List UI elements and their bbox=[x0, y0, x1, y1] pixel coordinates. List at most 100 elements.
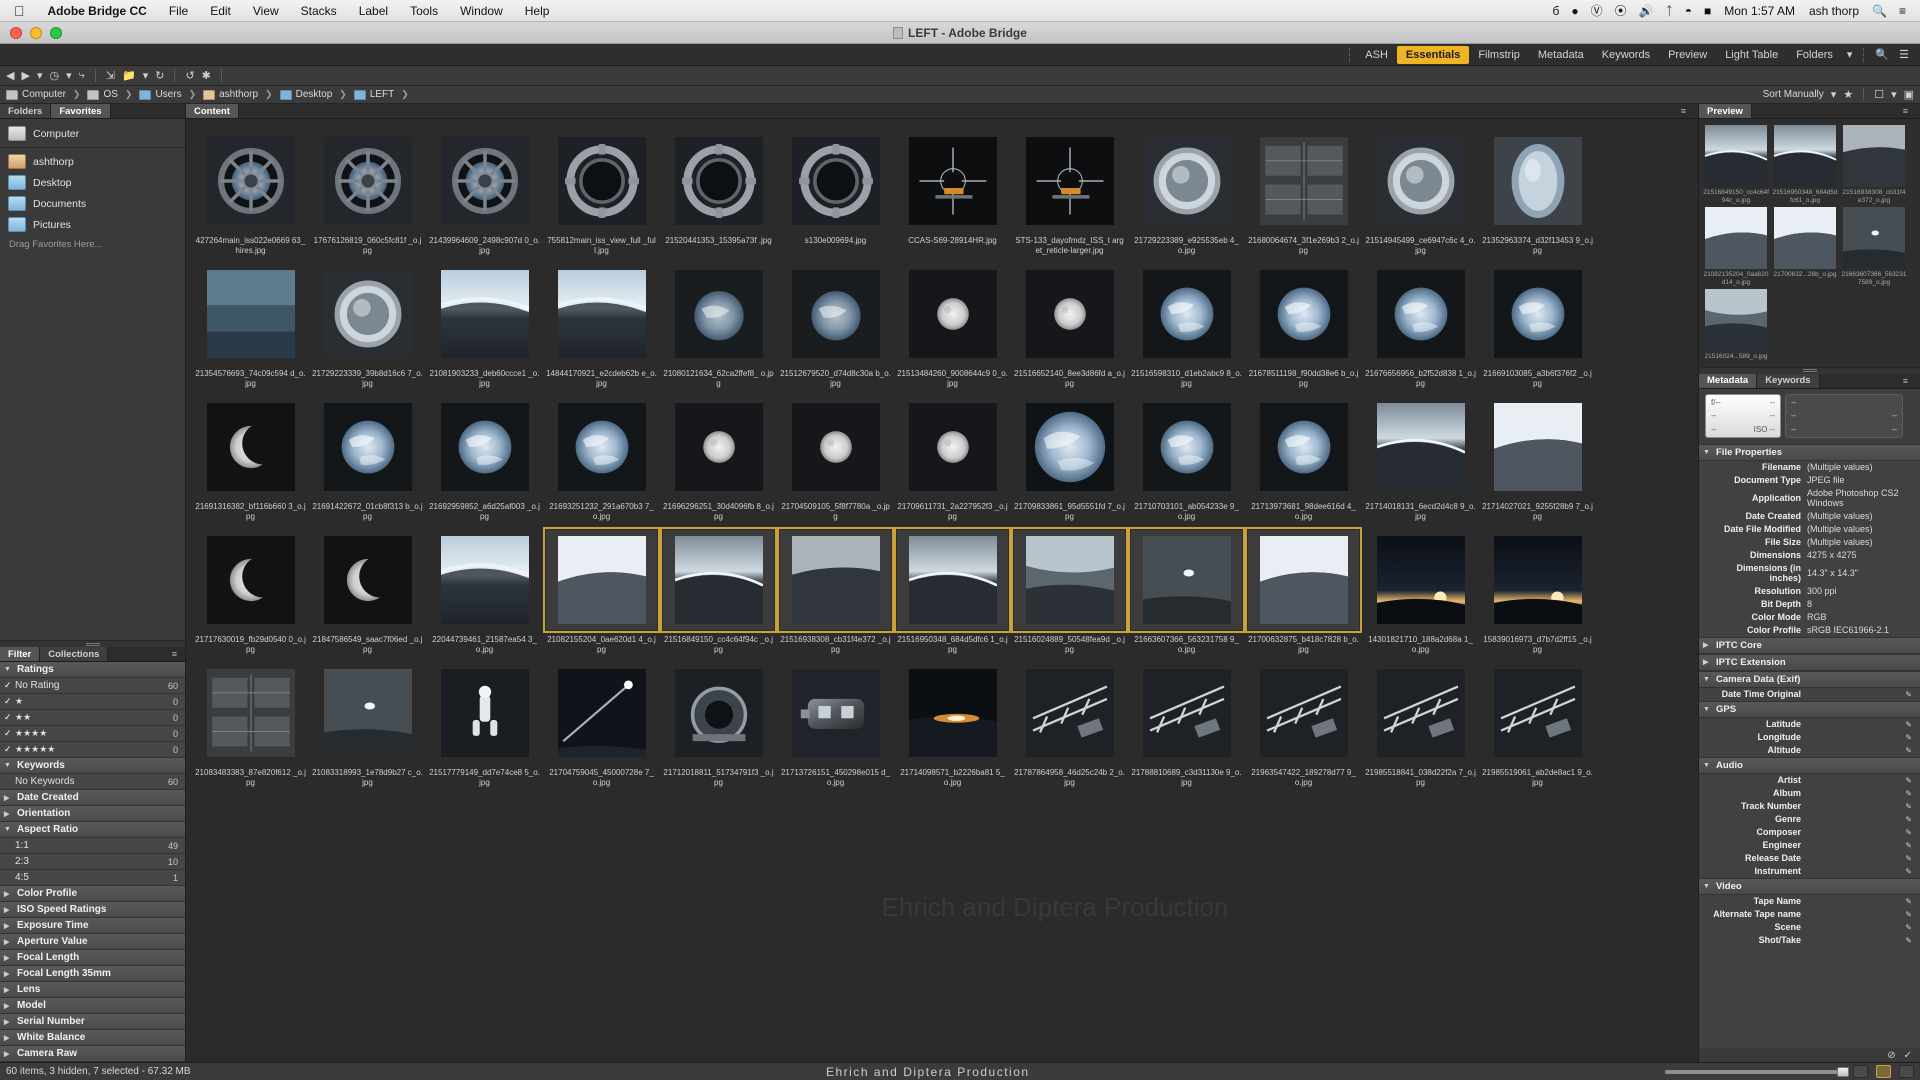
clock[interactable]: Mon 1:57 AM bbox=[1717, 4, 1802, 18]
thumbnail-frame[interactable] bbox=[546, 131, 657, 231]
thumbnail-frame[interactable] bbox=[429, 530, 540, 630]
thumbnail-frame[interactable] bbox=[777, 527, 894, 633]
thumbnail-frame[interactable] bbox=[1482, 530, 1593, 630]
thumbnail-cell[interactable]: s130e009694.jpg bbox=[777, 129, 894, 262]
thumbnail-frame[interactable] bbox=[546, 264, 657, 364]
path-icon[interactable]: ⇲ bbox=[106, 69, 115, 82]
chevron-down-icon[interactable]: ▾ bbox=[1842, 48, 1858, 61]
tab-keywords[interactable]: Keywords bbox=[1757, 373, 1820, 388]
thumbnail-cell[interactable]: 21516598310_d1eb2abc9 8_o.jpg bbox=[1128, 262, 1245, 395]
apple-menu-icon[interactable]:  bbox=[14, 3, 25, 19]
preview-resize-handle[interactable] bbox=[1699, 366, 1920, 374]
pencil-icon[interactable]: ✎ bbox=[1905, 867, 1916, 876]
pencil-icon[interactable]: ✎ bbox=[1905, 815, 1916, 824]
thumbnail-cell[interactable]: 21513484260_9008644c9 0_o.jpg bbox=[894, 262, 1011, 395]
thumbnail-cell[interactable]: 21516950348_684d5dfc6 1_o.jpg bbox=[894, 527, 1011, 661]
thumbnail-cell[interactable]: 21517779149_dd7e74ce8 5_o.jpg bbox=[426, 661, 543, 794]
refine-icon[interactable]: ✱ bbox=[202, 69, 211, 82]
panel-menu-icon[interactable]: ≡ bbox=[1681, 106, 1690, 116]
tab-filter[interactable]: Filter bbox=[0, 647, 41, 661]
thumbnail-cell[interactable]: 21080121634_62ca2ffef8_ o.jpg bbox=[660, 262, 777, 395]
thumbnail-cell[interactable]: 21520441353_15395a73f .jpg bbox=[660, 129, 777, 262]
thumbnail-cell[interactable]: 17676126819_060c5fc81f _o.jpg bbox=[309, 129, 426, 262]
tab-metadata[interactable]: Metadata bbox=[1699, 373, 1758, 388]
thumbnail-frame[interactable] bbox=[897, 397, 1008, 497]
preview-item[interactable]: 21516950348_684d5dfc61_o.jpg bbox=[1772, 125, 1838, 204]
thumbnail-frame[interactable] bbox=[1248, 397, 1359, 497]
favorite-pictures[interactable]: Pictures bbox=[0, 214, 185, 235]
metadata-row[interactable]: Tape Name ✎ bbox=[1699, 895, 1920, 908]
thumbnail-frame[interactable] bbox=[312, 663, 423, 763]
workspace-tab-filmstrip[interactable]: Filmstrip bbox=[1469, 46, 1529, 64]
thumbnail-frame[interactable] bbox=[663, 131, 774, 231]
thumbnail-frame[interactable] bbox=[1365, 397, 1476, 497]
thumbnail-frame[interactable] bbox=[1482, 663, 1593, 763]
sort-label[interactable]: Sort Manually bbox=[1763, 89, 1824, 100]
thumbnail-cell[interactable]: 21700632875_b418c7828 b_o.jpg bbox=[1245, 527, 1362, 661]
thumbnail-frame[interactable] bbox=[780, 131, 891, 231]
thumbnail-frame[interactable] bbox=[897, 131, 1008, 231]
control-center-icon[interactable]: ≡ bbox=[1893, 4, 1912, 18]
thumbnail-frame[interactable] bbox=[1131, 131, 1242, 231]
pencil-icon[interactable]: ✎ bbox=[1905, 720, 1916, 729]
thumbnail-frame[interactable] bbox=[780, 264, 891, 364]
thumbnail-frame[interactable] bbox=[1128, 527, 1245, 633]
pencil-icon[interactable]: ✎ bbox=[1905, 746, 1916, 755]
thumbnail-frame[interactable] bbox=[1011, 527, 1128, 633]
metadata-row[interactable]: Latitude ✎ bbox=[1699, 718, 1920, 731]
thumbnail-frame[interactable] bbox=[780, 663, 891, 763]
thumbnail-cell[interactable]: 21693251232_291a670b3 7_o.jpg bbox=[543, 395, 660, 528]
thumbnail-cell[interactable]: 21714018131_6ecd2d4c8 9_o.jpg bbox=[1362, 395, 1479, 528]
filter-group-focal-length[interactable]: ▶ Focal Length bbox=[0, 950, 185, 966]
user-name[interactable]: ash thorp bbox=[1802, 4, 1866, 18]
metadata-section-iptc-core[interactable]: ▶ IPTC Core bbox=[1699, 636, 1920, 654]
thumbnail-frame[interactable] bbox=[663, 264, 774, 364]
thumbnail-frame[interactable] bbox=[894, 527, 1011, 633]
thumbnail-frame[interactable] bbox=[195, 397, 306, 497]
thumbnail-frame[interactable] bbox=[1131, 663, 1242, 763]
chevron-down-icon-sort[interactable]: ▾ bbox=[1831, 88, 1837, 101]
thumbnail-frame[interactable] bbox=[1248, 663, 1359, 763]
thumbnail-cell[interactable]: 21692959852_a6d25af003 _o.jpg bbox=[426, 395, 543, 528]
thumbnail-cell[interactable]: 21514945499_ce6947c6c 4_o.jpg bbox=[1362, 129, 1479, 262]
filter-group-focal-length-35mm[interactable]: ▶ Focal Length 35mm bbox=[0, 966, 185, 982]
thumbnail-size-slider[interactable] bbox=[1665, 1066, 1849, 1077]
thumbnail-frame[interactable] bbox=[1014, 264, 1125, 364]
wifi-icon[interactable]: ◓ bbox=[1679, 4, 1698, 18]
thumbnail-grid-area[interactable]: 427264main_iss022e0669 63_hires.jpg 17676… bbox=[186, 119, 1698, 1062]
preview-item[interactable]: 21516024...589_o.jpg bbox=[1703, 289, 1769, 361]
thumbnail-cell[interactable]: 21714027021_9255f28b9 7_o.jpg bbox=[1479, 395, 1596, 528]
metadata-row[interactable]: Longitude ✎ bbox=[1699, 731, 1920, 744]
favorite-desktop[interactable]: Desktop bbox=[0, 172, 185, 193]
thumbnail-frame[interactable] bbox=[1365, 131, 1476, 231]
thumbnail-cell[interactable]: 21788810689_c3d31130e 9_o.jpg bbox=[1128, 661, 1245, 794]
breadcrumb-desktop[interactable]: Desktop bbox=[279, 89, 332, 100]
filter-row[interactable]: 1:1 49 bbox=[0, 838, 185, 854]
thumbnail-cell[interactable]: 21354576693_74c09c594 d_o.jpg bbox=[192, 262, 309, 395]
thumbnail-cell[interactable]: 755812main_iss_view_full _full.jpg bbox=[543, 129, 660, 262]
thumbnail-cell[interactable]: 21680064674_3f1e269b3 2_o.jpg bbox=[1245, 129, 1362, 262]
thumbnail-cell[interactable]: 21669103085_a3b6f376f2 _o.jpg bbox=[1479, 262, 1596, 395]
pencil-icon[interactable]: ✎ bbox=[1905, 936, 1916, 945]
filter-group-aperture-value[interactable]: ▶ Aperture Value bbox=[0, 934, 185, 950]
tab-collections[interactable]: Collections bbox=[40, 647, 109, 661]
apply-check-icon[interactable]: ✓ bbox=[1904, 1050, 1912, 1061]
list-view-icon[interactable] bbox=[1899, 1065, 1914, 1078]
thumbnail-frame[interactable] bbox=[1482, 131, 1593, 231]
tab-content[interactable]: Content bbox=[186, 104, 239, 118]
metadata-section-video[interactable]: ▼ Video bbox=[1699, 877, 1920, 895]
breadcrumb-ashthorp[interactable]: ashthorp bbox=[203, 89, 258, 100]
details-view-icon[interactable] bbox=[1876, 1065, 1891, 1078]
thumbnail-frame[interactable] bbox=[780, 397, 891, 497]
thumbnail-cell[interactable]: 21985519061_ab2de8ac1 9_o.jpg bbox=[1479, 661, 1596, 794]
thumbnail-frame[interactable] bbox=[1248, 264, 1359, 364]
filter-group-aspect-ratio[interactable]: ▼ Aspect Ratio bbox=[0, 822, 185, 838]
metadata-row[interactable]: Shot/Take ✎ bbox=[1699, 934, 1920, 947]
panel-menu-icon[interactable]: ≡ bbox=[1903, 106, 1912, 116]
thumbnail-frame[interactable] bbox=[663, 397, 774, 497]
preview-item[interactable]: 21082135204_0aa620d14_o.jpg bbox=[1703, 207, 1769, 286]
pencil-icon[interactable]: ✎ bbox=[1905, 802, 1916, 811]
panel-options-icon[interactable]: ☰ bbox=[1894, 48, 1914, 61]
thumbnail-cell[interactable]: 21352963374_d32f13453 9_o.jpg bbox=[1479, 129, 1596, 262]
droplet-icon[interactable]: ⦿ bbox=[1609, 2, 1633, 19]
